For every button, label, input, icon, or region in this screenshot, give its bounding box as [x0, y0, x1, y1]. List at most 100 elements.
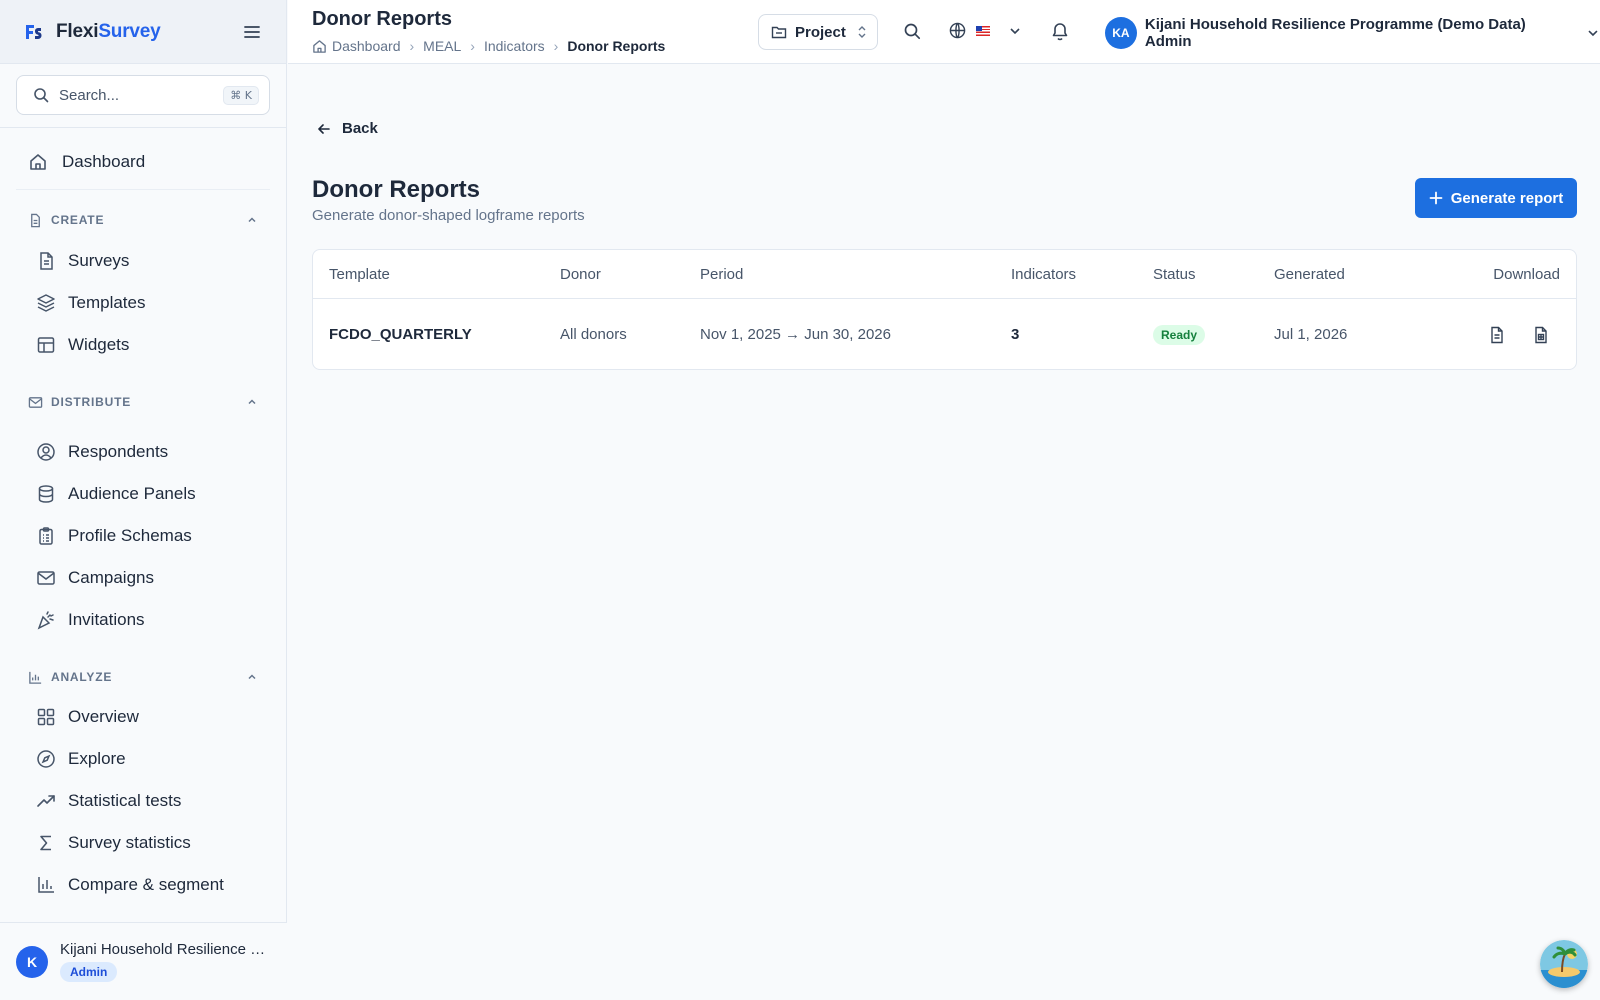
- sidebar-item-label: Respondents: [68, 442, 169, 461]
- sidebar-item-label: Statistical tests: [68, 791, 182, 810]
- account-name: Kijani Household Resilience Pr...: [60, 941, 272, 958]
- table-row[interactable]: FCDO_QUARTERLY All donors Nov 1, 2025 → …: [313, 299, 1576, 370]
- sidebar-item-overview[interactable]: Overview: [0, 696, 286, 738]
- sidebar: FlexiSurvey Search... ⌘ K Dashboard CREA…: [0, 0, 287, 1000]
- page-subtitle: Generate donor-shaped logframe reports: [312, 207, 585, 224]
- island-globe-icon: [1540, 940, 1588, 988]
- home-icon: [313, 39, 326, 53]
- brand-name-part2: Survey: [98, 20, 161, 42]
- table-header: Template Donor Period Indicators Status …: [313, 250, 1576, 299]
- user-menu[interactable]: KA Kijani Household Resilience Programme…: [1105, 16, 1600, 50]
- search-shortcut: ⌘ K: [223, 85, 259, 105]
- brand-name: FlexiSurvey: [56, 21, 161, 43]
- page-title: Donor Reports: [312, 176, 480, 203]
- sidebar-item-label: Compare & segment: [68, 875, 224, 894]
- user-name: Kijani Household Resilience Programme (D…: [1144, 16, 1526, 50]
- sidebar-account[interactable]: K Kijani Household Resilience Pr... Admi…: [0, 922, 287, 1000]
- cell-period: Nov 1, 2025 → Jun 30, 2026: [700, 326, 891, 343]
- sigma-icon: [40, 835, 51, 851]
- search-icon: [34, 88, 49, 103]
- project-selector[interactable]: Project: [758, 14, 878, 50]
- menu-toggle-icon[interactable]: [242, 22, 262, 42]
- search-icon[interactable]: [903, 22, 921, 40]
- sidebar-item-label: Surveys: [68, 251, 130, 270]
- sidebar-item-surveys[interactable]: Surveys: [0, 240, 286, 282]
- bar-chart-icon: [29, 671, 42, 684]
- breadcrumb-meal[interactable]: MEAL: [423, 38, 461, 54]
- sidebar-item-profile-schemas[interactable]: Profile Schemas: [0, 515, 286, 557]
- section-title: DISTRIBUTE: [51, 395, 131, 409]
- sidebar-item-label: Dashboard: [62, 151, 146, 171]
- sidebar-item-campaigns[interactable]: Campaigns: [0, 557, 286, 599]
- file-text-icon: [40, 252, 53, 270]
- sidebar-item-label: Survey statistics: [68, 833, 191, 852]
- generate-report-label: Generate report: [1450, 189, 1564, 207]
- database-icon: [38, 485, 54, 503]
- clipboard-list-icon: [39, 527, 53, 545]
- sidebar-search-input[interactable]: Search... ⌘ K: [16, 75, 270, 115]
- bell-icon[interactable]: [1050, 21, 1070, 41]
- breadcrumb-separator-icon: ›: [470, 38, 475, 54]
- generate-report-button[interactable]: Generate report: [1415, 178, 1577, 218]
- sidebar-item-statistical-tests[interactable]: Statistical tests: [0, 780, 286, 822]
- breadcrumb-indicators[interactable]: Indicators: [484, 38, 545, 54]
- trending-up-icon: [37, 795, 55, 807]
- us-flag-icon: [976, 25, 990, 36]
- folder-icon: [771, 26, 787, 39]
- section-header-analyze[interactable]: ANALYZE: [0, 667, 286, 687]
- sidebar-item-compare-segment[interactable]: Compare & segment: [0, 864, 286, 906]
- chevron-updown-icon: [858, 26, 866, 38]
- sidebar-item-templates[interactable]: Templates: [0, 282, 286, 324]
- column-header-donor: Donor: [560, 265, 601, 283]
- chevron-up-icon: [248, 674, 256, 680]
- sidebar-item-label: Widgets: [68, 335, 130, 354]
- back-label: Back: [342, 120, 378, 137]
- cell-generated: Jul 1, 2026: [1274, 326, 1348, 343]
- section-header-distribute[interactable]: DISTRIBUTE: [0, 392, 286, 412]
- sidebar-item-widgets[interactable]: Widgets: [0, 324, 286, 366]
- breadcrumb-separator-icon: ›: [553, 38, 559, 54]
- home-icon: [30, 153, 46, 170]
- sidebar-item-survey-statistics[interactable]: Survey statistics: [0, 822, 286, 864]
- reports-table: Template Donor Period Indicators Status …: [312, 249, 1577, 370]
- role-badge: Admin: [60, 962, 118, 982]
- avatar: K: [16, 945, 48, 978]
- column-header-template: Template: [329, 265, 390, 283]
- section-title: CREATE: [51, 213, 105, 227]
- breadcrumb-dashboard[interactable]: Dashboard: [332, 38, 401, 54]
- assistant-globe-button[interactable]: [1540, 940, 1588, 988]
- grid-icon: [37, 708, 55, 726]
- breadcrumb-current: Donor Reports: [567, 38, 666, 54]
- chevron-up-icon: [248, 399, 256, 405]
- chevron-down-icon: [1010, 27, 1020, 34]
- sidebar-item-label: Explore: [68, 749, 126, 768]
- sidebar-item-dashboard[interactable]: Dashboard: [16, 142, 270, 190]
- envelope-icon: [37, 571, 55, 585]
- language-selector[interactable]: [949, 22, 1022, 39]
- back-link[interactable]: Back: [316, 120, 378, 137]
- search-placeholder: Search...: [59, 86, 120, 104]
- layers-icon: [37, 294, 55, 312]
- flexisurvey-logo-icon: [26, 24, 42, 39]
- document-icon: [31, 213, 40, 227]
- compass-icon: [37, 750, 55, 768]
- sidebar-item-audience-panels[interactable]: Audience Panels: [0, 473, 286, 515]
- bar-chart-icon: [38, 877, 54, 893]
- download-spreadsheet-icon[interactable]: [1532, 326, 1550, 344]
- sidebar-item-label: Campaigns: [68, 568, 154, 587]
- sidebar-item-label: Invitations: [68, 610, 145, 629]
- column-header-period: Period: [700, 265, 744, 283]
- status-badge: Ready: [1153, 324, 1206, 345]
- sidebar-header: FlexiSurvey: [0, 0, 286, 64]
- sidebar-item-explore[interactable]: Explore: [0, 738, 286, 780]
- mail-icon: [28, 396, 43, 408]
- cell-template: FCDO_QUARTERLY: [329, 326, 472, 343]
- download-document-icon[interactable]: [1488, 326, 1506, 344]
- sidebar-item-respondents[interactable]: Respondents: [0, 431, 286, 473]
- sidebar-item-label: Profile Schemas: [68, 526, 192, 545]
- globe-icon: [949, 22, 966, 39]
- sidebar-item-invitations[interactable]: Invitations: [0, 599, 286, 641]
- brand-name-part1: Flexi: [56, 20, 99, 42]
- section-header-create[interactable]: CREATE: [0, 210, 286, 230]
- top-bar: Donor Reports Dashboard › MEAL › Indicat…: [288, 0, 1600, 64]
